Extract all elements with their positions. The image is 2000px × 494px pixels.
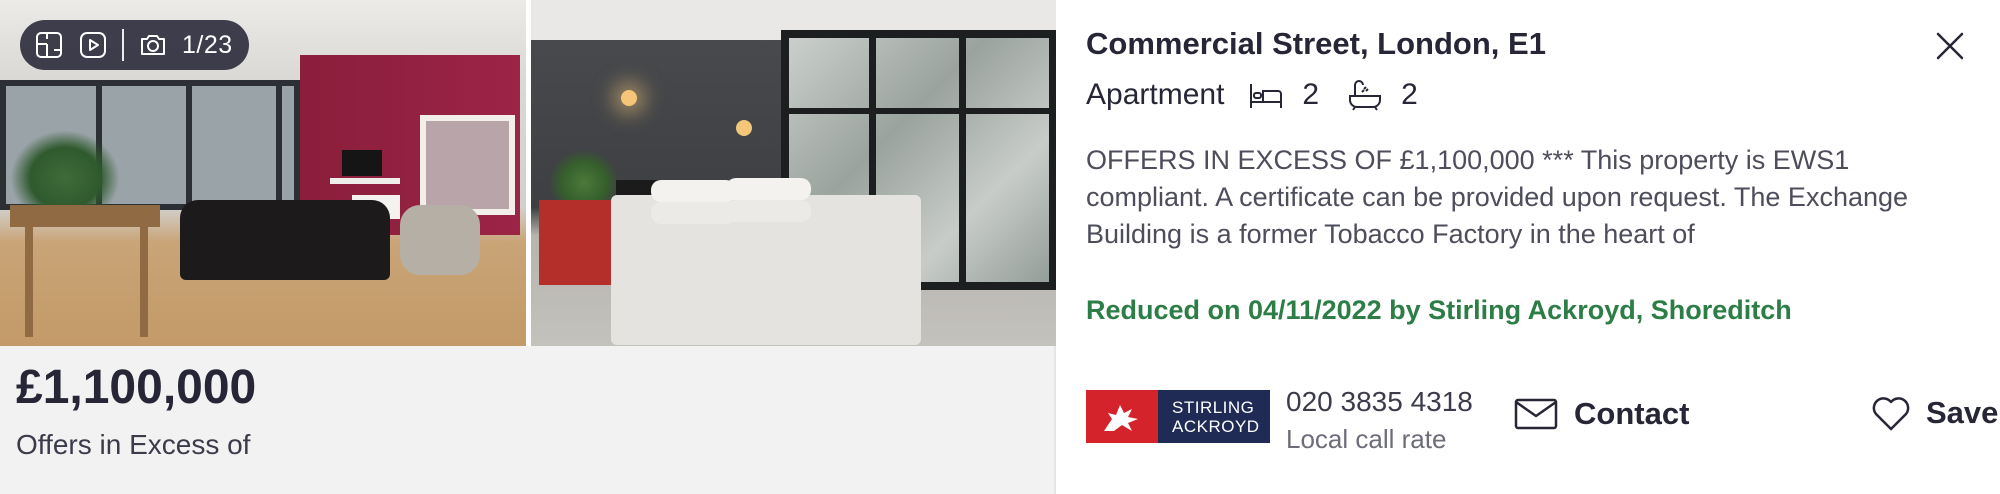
photo-counter: 1/23: [182, 30, 233, 59]
dragon-icon: [1104, 404, 1138, 431]
phone-note: Local call rate: [1286, 424, 1447, 454]
close-button[interactable]: [1930, 26, 1970, 66]
price: £1,100,000: [16, 361, 257, 414]
bedroom-count: 2: [1302, 78, 1320, 111]
price-qualifier: Offers in Excess of: [16, 429, 251, 460]
floorplan-icon[interactable]: [34, 30, 64, 60]
property-address[interactable]: Commercial Street, London, E1: [1086, 26, 1546, 62]
save-button[interactable]: Save: [1870, 394, 1998, 432]
contact-label: Contact: [1574, 396, 1690, 431]
bed-icon: [1248, 78, 1284, 112]
video-icon[interactable]: [78, 30, 108, 60]
photo-bedroom[interactable]: [530, 0, 1056, 346]
gallery-controls: 1/23: [20, 20, 249, 70]
camera-icon[interactable]: [138, 30, 168, 60]
property-card[interactable]: 1/23 £1,100,000 Offers in Excess of Comm…: [0, 0, 2000, 494]
gallery-divider: [122, 29, 124, 61]
agent-logo-line2: ACKROYD: [1172, 416, 1260, 436]
property-type: Apartment: [1086, 78, 1225, 111]
details-panel: Commercial Street, London, E1 Apartment …: [1058, 0, 2000, 494]
close-icon: [1936, 32, 1964, 60]
agent-logo-line1: STIRLING: [1172, 397, 1255, 417]
bathroom-count: 2: [1401, 78, 1418, 111]
agent-logo[interactable]: STIRLING ACKROYD: [1086, 390, 1270, 443]
property-meta: Apartment 2 2: [1086, 78, 1446, 112]
price-block: £1,100,000 Offers in Excess of: [16, 360, 256, 461]
price-reduced-notice: Reduced on 04/11/2022 by Stirling Ackroy…: [1086, 295, 1792, 325]
phone-block[interactable]: 020 3835 4318 Local call rate: [1286, 386, 1473, 455]
bath-icon: [1347, 78, 1383, 112]
photo-gallery[interactable]: 1/23: [0, 0, 1056, 346]
agent-phone[interactable]: 020 3835 4318: [1286, 386, 1473, 418]
contact-button[interactable]: Contact: [1514, 396, 1689, 432]
card-footer: STIRLING ACKROYD 020 3835 4318 Local cal…: [1086, 386, 1998, 454]
save-label: Save: [1926, 395, 1999, 430]
property-description: OFFERS IN EXCESS OF £1,100,000 *** This …: [1086, 145, 1909, 249]
media-panel: 1/23 £1,100,000 Offers in Excess of: [0, 0, 1056, 494]
heart-icon: [1872, 397, 1910, 431]
mail-icon: [1514, 398, 1558, 430]
